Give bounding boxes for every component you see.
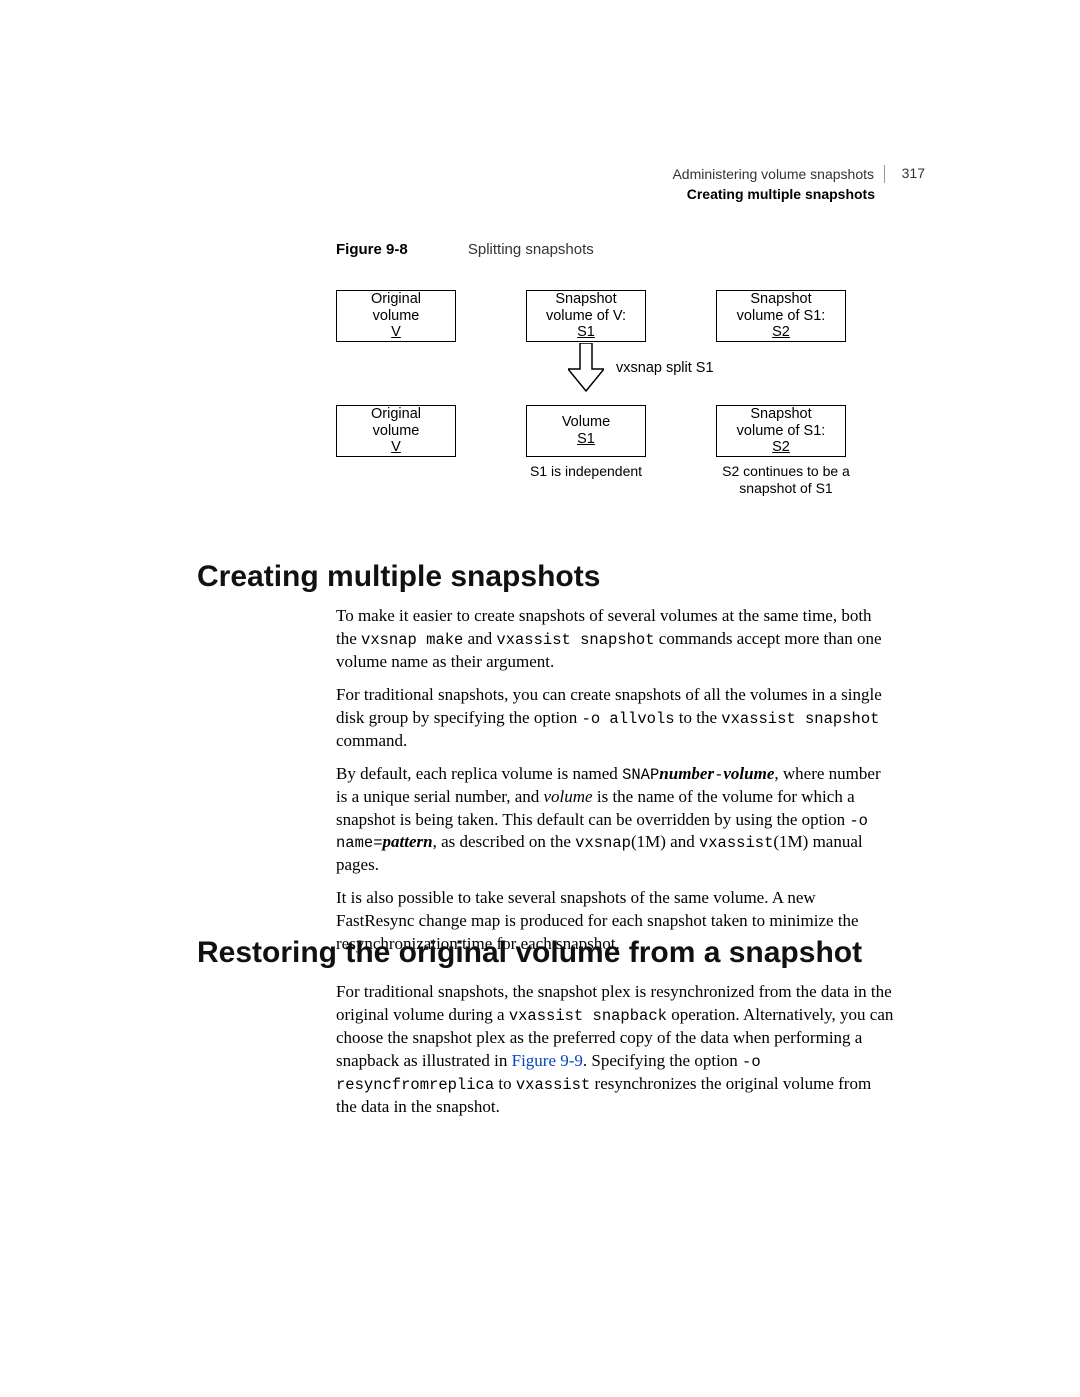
box-snapshot-s1-s2-top: Snapshot volume of S1: S2 [716, 290, 846, 342]
heading-restoring: Restoring the original volume from a sna… [197, 936, 862, 970]
caption-s1-independent: S1 is independent [526, 463, 646, 480]
section-creating-multiple-body: To make it easier to create snapshots of… [336, 605, 896, 966]
box-original-volume-bottom: Original volume V [336, 405, 456, 457]
box-original-volume-top: Original volume V [336, 290, 456, 342]
figure-title: Splitting snapshots [468, 241, 594, 258]
page-number: 317 [902, 165, 925, 181]
heading-creating-multiple: Creating multiple snapshots [197, 560, 600, 594]
box-snapshot-v-s1: Snapshot volume of V: S1 [526, 290, 646, 342]
figure-number: Figure 9-8 [336, 241, 408, 258]
paragraph: To make it easier to create snapshots of… [336, 605, 896, 674]
box-volume-s1: Volume S1 [526, 405, 646, 457]
figure-diagram: Original volume V Snapshot volume of V: … [336, 285, 876, 515]
figure-link[interactable]: Figure 9-9 [512, 1051, 583, 1070]
box-snapshot-s1-s2-bottom: Snapshot volume of S1: S2 [716, 405, 846, 457]
vxsnap-split-command: vxsnap split S1 [616, 360, 714, 376]
section-restoring-body: For traditional snapshots, the snapshot … [336, 981, 896, 1129]
page-header: Administering volume snapshots Creating … [672, 165, 885, 203]
figure-label: Figure 9-8 Splitting snapshots [336, 241, 594, 258]
paragraph: For traditional snapshots, you can creat… [336, 684, 896, 753]
section-title: Creating multiple snapshots [672, 185, 885, 203]
arrow-down-icon [568, 343, 604, 398]
caption-s2-continues: S2 continues to be a snapshot of S1 [711, 463, 861, 497]
paragraph: By default, each replica volume is named… [336, 763, 896, 878]
chapter-title: Administering volume snapshots [672, 165, 885, 183]
paragraph: For traditional snapshots, the snapshot … [336, 981, 896, 1119]
